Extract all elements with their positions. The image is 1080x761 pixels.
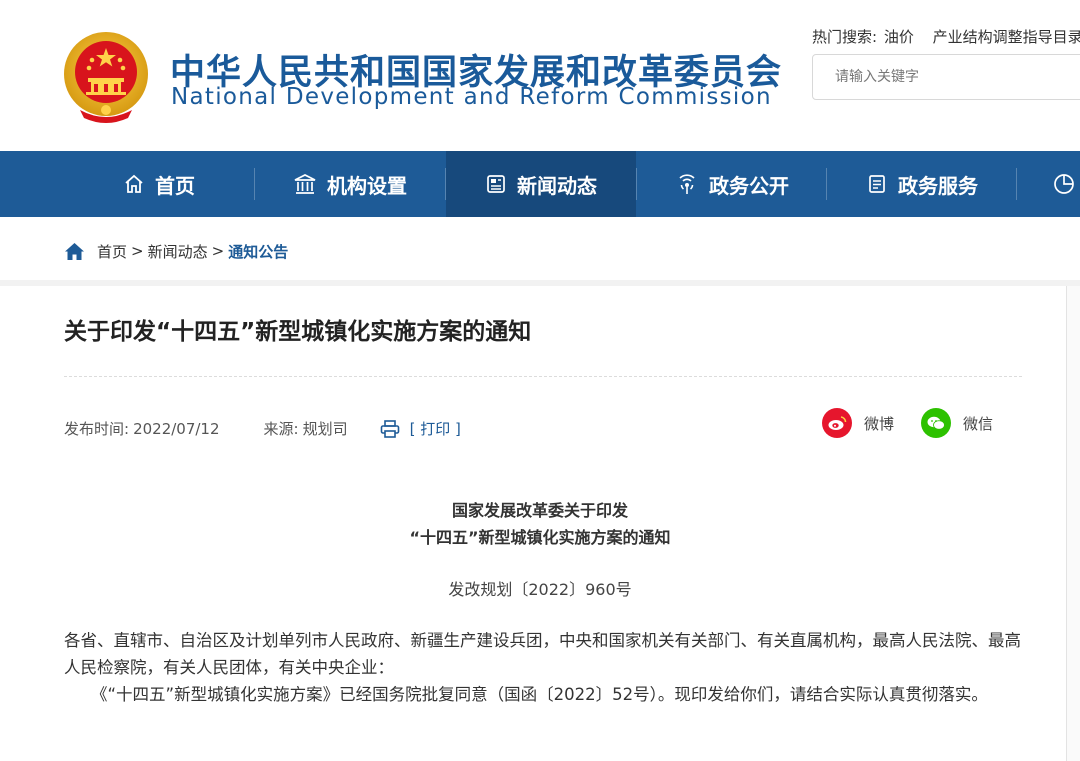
share-wechat-label: 微信 (963, 414, 994, 433)
nav-label: 机构设置 (327, 173, 407, 198)
body-paragraph: 《“十四五”新型城镇化实施方案》已经国务院批复同意（国函〔2022〕52号）。现… (91, 685, 988, 704)
print-button[interactable]: [ 打印 ] (380, 418, 461, 439)
chart-pie-icon (1054, 174, 1074, 194)
breadcrumb-home[interactable]: 首页 (97, 241, 127, 262)
broadcast-icon (679, 174, 695, 194)
share-weibo[interactable]: 微博 (822, 408, 894, 438)
section-divider (0, 280, 1080, 286)
nav-news[interactable]: 新闻动态 (446, 151, 636, 217)
doc-heading-line2: “十四五”新型城镇化实施方案的通知 (409, 528, 671, 547)
doc-heading-line1: 国家发展改革委关于印发 (451, 501, 628, 520)
nav-label: 政务公开 (709, 173, 789, 198)
nav-home[interactable]: 首页 (64, 151, 254, 217)
home-icon[interactable] (64, 242, 85, 261)
nav-label: 新闻动态 (517, 173, 597, 198)
article-meta: 发布时间: 2022/07/12 来源: 规划司 [ 打印 ] (64, 418, 461, 439)
source-label: 来源: (263, 420, 299, 438)
printer-icon (380, 419, 399, 438)
doc-number: 发改规划〔2022〕960号 (448, 580, 632, 599)
hot-search: 热门搜索: 油价 产业结构调整指导目录 (812, 26, 1080, 47)
published-date: 2022/07/12 (133, 419, 220, 438)
share-weibo-label: 微博 (864, 414, 895, 433)
weibo-icon (822, 408, 852, 438)
title-divider (64, 376, 1022, 377)
nav-divider (1016, 168, 1017, 200)
breadcrumb-current[interactable]: 通知公告 (228, 241, 288, 262)
hot-term-link[interactable]: 油价 (884, 28, 914, 46)
breadcrumb-section[interactable]: 新闻动态 (148, 241, 208, 262)
nav-label: 政务服务 (898, 173, 978, 198)
source-value: 规划司 (302, 420, 348, 438)
nav-label: 首页 (155, 173, 195, 198)
nav-more-partial[interactable] (1052, 172, 1076, 200)
news-icon (487, 175, 505, 193)
wechat-icon (921, 408, 951, 438)
national-emblem-logo[interactable] (62, 30, 150, 124)
site-header: 中华人民共和国国家发展和改革委员会 National Development a… (0, 0, 1080, 151)
institution-icon (294, 174, 316, 194)
nav-gov-affairs[interactable]: 政务公开 (637, 151, 827, 217)
service-icon (869, 175, 885, 193)
main-nav: 首页 机构设置 新闻动态 政务公开 政务服务 (0, 151, 1080, 217)
hot-search-label: 热门搜索: (812, 28, 878, 46)
article-title: 关于印发“十四五”新型城镇化实施方案的通知 (64, 319, 532, 345)
published-label: 发布时间: (64, 420, 130, 438)
body-paragraph: 各省、直辖市、自治区及计划单列市人民政府、新疆生产建设兵团，中央和国家机关有关部… (64, 631, 1021, 677)
share-wechat[interactable]: 微信 (921, 408, 993, 438)
breadcrumb-separator: > (131, 242, 144, 260)
print-label: [ 打印 ] (409, 420, 461, 438)
nav-institution[interactable]: 机构设置 (255, 151, 445, 217)
hot-term-link[interactable]: 产业结构调整指导目录 (933, 28, 1080, 46)
search-box[interactable] (812, 54, 1080, 100)
search-input[interactable] (813, 55, 1080, 99)
breadcrumb: 首页 > 新闻动态 > 通知公告 (64, 240, 288, 262)
nav-gov-service[interactable]: 政务服务 (827, 151, 1017, 217)
breadcrumb-separator: > (211, 242, 225, 260)
home-icon (125, 174, 143, 193)
site-title-en[interactable]: National Development and Reform Commissi… (171, 84, 772, 110)
